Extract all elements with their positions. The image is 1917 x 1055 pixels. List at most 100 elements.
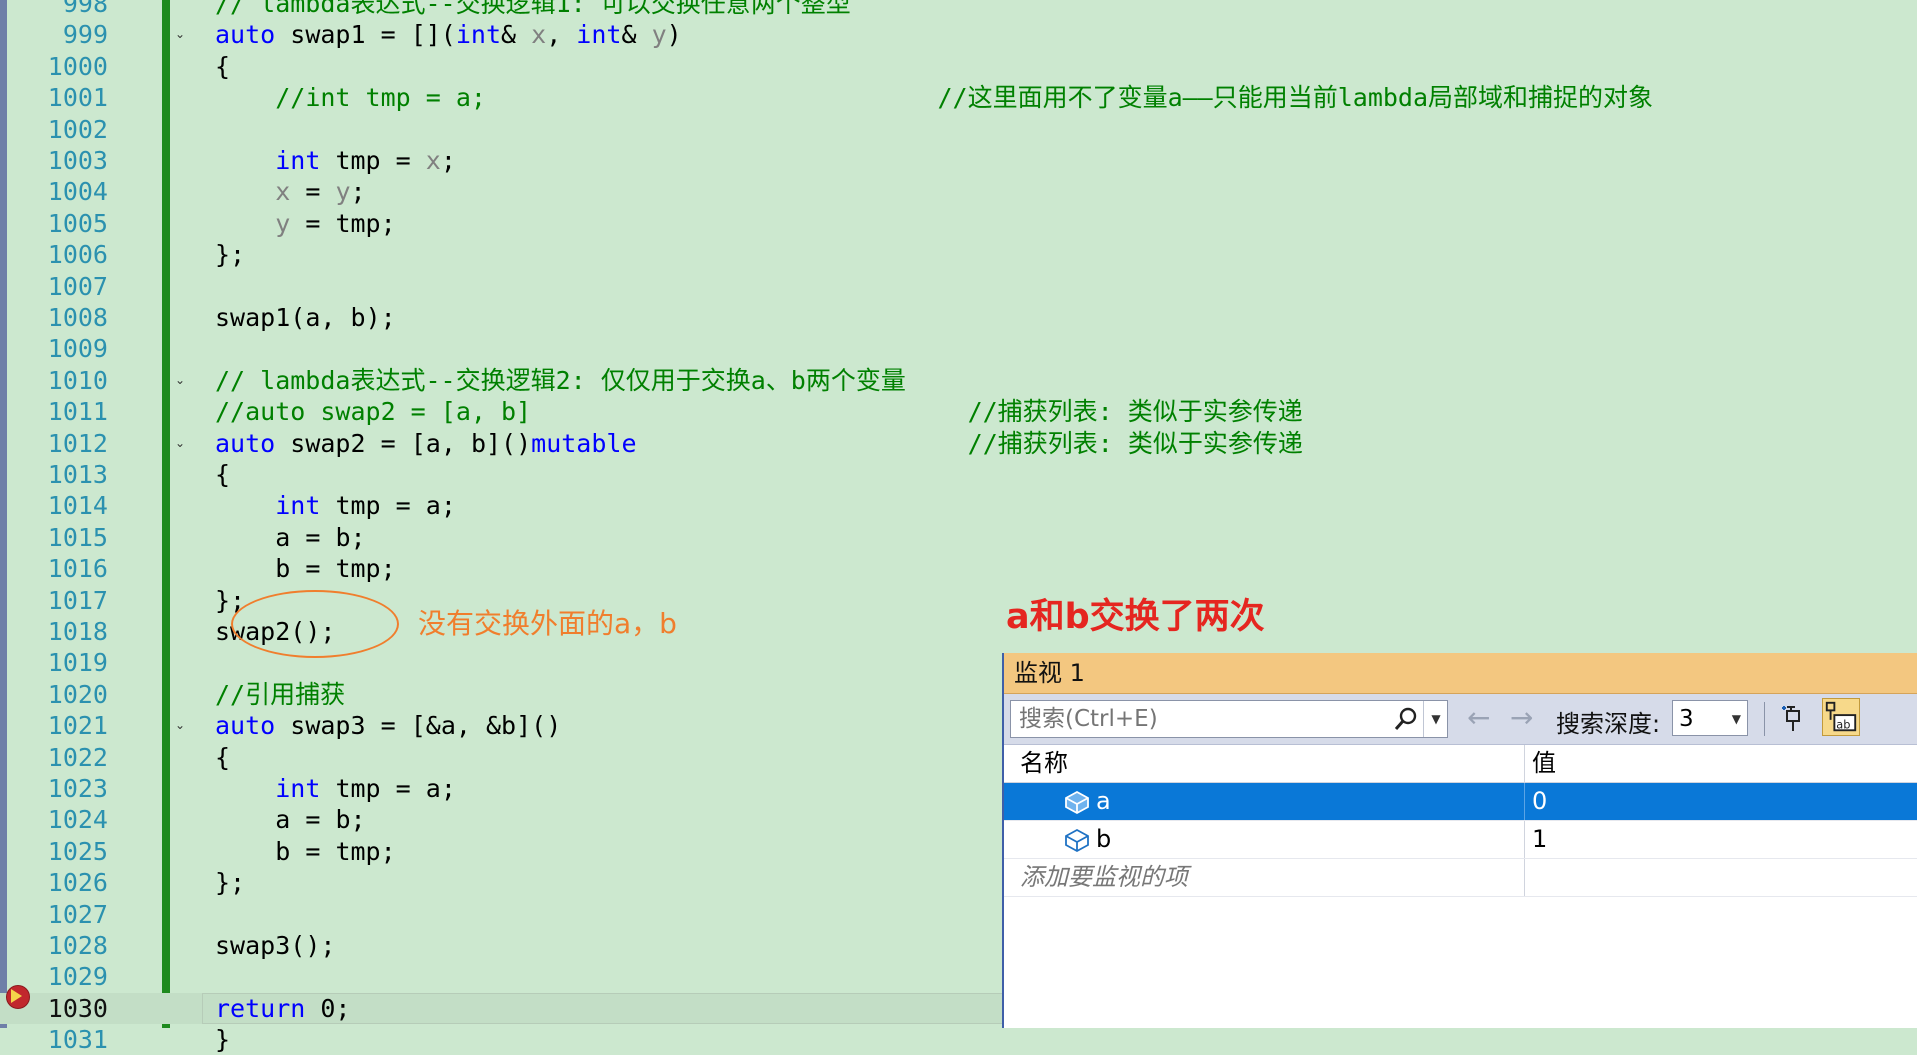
code-text[interactable]: b = tmp; [215,836,395,867]
code-text[interactable]: return 0; [215,993,350,1024]
code-text[interactable]: x = y; [215,176,365,207]
watch-add-item-row[interactable]: 添加要监视的项 [1004,859,1917,897]
line-number: 1010 [47,365,108,395]
line-number: 1026 [47,868,108,898]
watch-window: 监视 1 ▼ ← → 搜索深度: 3 ▼ ab [1002,653,1917,1028]
watch-row-value[interactable]: 0 [1532,783,1547,820]
line-number: 1030 [47,993,108,1023]
code-text[interactable]: auto swap1 = [](int& x, int& y) [215,19,682,50]
code-text[interactable]: auto swap3 = [&a, &b]() [215,710,561,741]
line-number: 1009 [47,334,108,364]
line-number: 1007 [47,271,108,301]
code-line[interactable]: 1008 swap1(a, b); [0,302,1917,333]
code-text[interactable]: { [215,51,230,82]
hexadecimal-display-icon[interactable]: ab [1822,698,1860,736]
line-number: 1008 [47,303,108,332]
line-number: 1011 [47,397,108,427]
watch-search-box[interactable]: ▼ [1010,700,1448,738]
code-text[interactable]: a = b; [215,804,365,835]
svg-text:ab: ab [1836,717,1850,731]
watch-row-a[interactable]: a 0 [1004,783,1917,821]
fold-toggle-icon[interactable]: ⌄ [173,373,187,387]
code-line[interactable]: 998 // lambda表达式--交换逻辑1: 可以交换任意两个整型 [0,0,1917,19]
watch-annotation: a和b交换了两次 [1006,597,1265,637]
line-number: 1006 [47,240,108,270]
column-divider[interactable] [1524,745,1525,782]
column-name-header[interactable]: 名称 [1020,745,1068,782]
code-line[interactable]: 1007 [0,271,1917,302]
code-line[interactable]: 1010 ⌄ // lambda表达式--交换逻辑2: 仅仅用于交换a、b两个变量 [0,365,1917,396]
fold-toggle-icon[interactable]: ⌄ [173,436,187,450]
watch-title[interactable]: 监视 1 [1004,653,1917,694]
line-number: 999 [62,20,108,50]
code-text[interactable]: int tmp = a; [215,490,456,521]
code-line[interactable]: 1014 int tmp = a; [0,490,1917,521]
code-text[interactable]: //引用捕获 [215,679,345,710]
code-text[interactable]: //int tmp = a; //这里面用不了变量a——只能用当前lambda局… [215,82,1653,113]
code-text[interactable]: { [215,459,230,490]
search-depth-value: 3 [1679,706,1694,732]
code-line[interactable]: 1006}; [0,239,1917,270]
code-text[interactable]: swap3(); [215,930,335,961]
line-number: 1029 [47,962,108,992]
code-text[interactable]: // lambda表达式--交换逻辑2: 仅仅用于交换a、b两个变量 [215,365,906,396]
line-number: 1027 [47,899,108,929]
variable-icon [1065,828,1089,853]
code-line[interactable]: 1031} [0,1024,1917,1055]
code-line[interactable]: 1016 b = tmp; [0,553,1917,584]
code-line[interactable]: 1004 x = y; [0,176,1917,207]
fold-toggle-icon[interactable]: ⌄ [173,718,187,732]
watch-search-input[interactable] [1011,701,1391,737]
line-number: 1016 [47,554,108,584]
code-line[interactable]: 1015 a = b; [0,522,1917,553]
pin-icon[interactable] [1776,700,1812,736]
code-text[interactable]: // lambda表达式--交换逻辑1: 可以交换任意两个整型 [215,0,851,19]
code-line[interactable]: 999 ⌄ auto swap1 = [](int& x, int& y) [0,19,1917,50]
column-value-header[interactable]: 值 [1532,745,1556,782]
line-number: 1025 [47,836,108,866]
code-text[interactable]: int tmp = x; [215,145,456,176]
code-line[interactable]: 1009 [0,333,1917,364]
line-number: 1021 [47,711,108,741]
line-number: 1018 [47,617,108,646]
watch-row-b[interactable]: b 1 [1004,821,1917,859]
code-line[interactable]: 1003 int tmp = x; [0,145,1917,176]
watch-row-value[interactable]: 1 [1532,821,1547,858]
code-line[interactable]: 1012 ⌄ auto swap2 = [a, b]()mutable //捕获列表… [0,428,1917,459]
current-statement-arrow-icon [11,989,22,1003]
code-line[interactable]: 1013 { [0,459,1917,490]
line-number: 1004 [47,177,108,207]
code-text[interactable]: y = tmp; [215,208,395,239]
fold-toggle-icon[interactable]: ⌄ [173,27,187,41]
line-number: 1001 [47,83,108,113]
code-text[interactable]: a = b; [215,522,365,553]
code-line[interactable]: 1011 //auto swap2 = [a, b] //捕获列表: 类似于实参传… [0,396,1917,427]
back-arrow-icon[interactable]: ← [1467,702,1490,734]
line-number: 1005 [47,208,108,238]
watch-toolbar: ▼ ← → 搜索深度: 3 ▼ ab [1004,694,1917,745]
swap2-annotation: 没有交换外面的a，b [418,607,677,640]
code-text[interactable]: auto swap2 = [a, b]()mutable //捕获列表: 类似于… [215,428,1303,459]
code-line[interactable]: 1001 //int tmp = a; //这里面用不了变量a——只能用当前la… [0,82,1917,113]
code-text[interactable]: int tmp = a; [215,773,456,804]
code-text[interactable]: { [215,742,230,773]
code-line[interactable]: 1002 [0,114,1917,145]
code-text[interactable]: } [215,1024,230,1055]
code-line[interactable]: 1005 y = tmp; [0,208,1917,239]
line-number: 1017 [47,585,108,615]
code-text[interactable]: b = tmp; [215,553,395,584]
add-watch-item[interactable]: 添加要监视的项 [1004,863,1188,891]
chevron-down-icon[interactable]: ▼ [1423,701,1448,737]
column-divider [1524,821,1525,858]
forward-arrow-icon[interactable]: → [1510,702,1533,734]
column-divider [1524,859,1525,896]
line-number: 1023 [47,774,108,803]
code-text[interactable]: swap1(a, b); [215,302,396,333]
search-icon[interactable] [1393,706,1419,732]
search-depth-select[interactable]: 3 ▼ [1672,700,1748,736]
code-text[interactable]: }; [215,867,245,898]
code-line[interactable]: 1000 { [0,51,1917,82]
code-text[interactable]: //auto swap2 = [a, b] //捕获列表: 类似于实参传递 [215,396,1303,427]
line-number: 1019 [47,648,108,678]
code-text[interactable]: }; [215,239,245,270]
